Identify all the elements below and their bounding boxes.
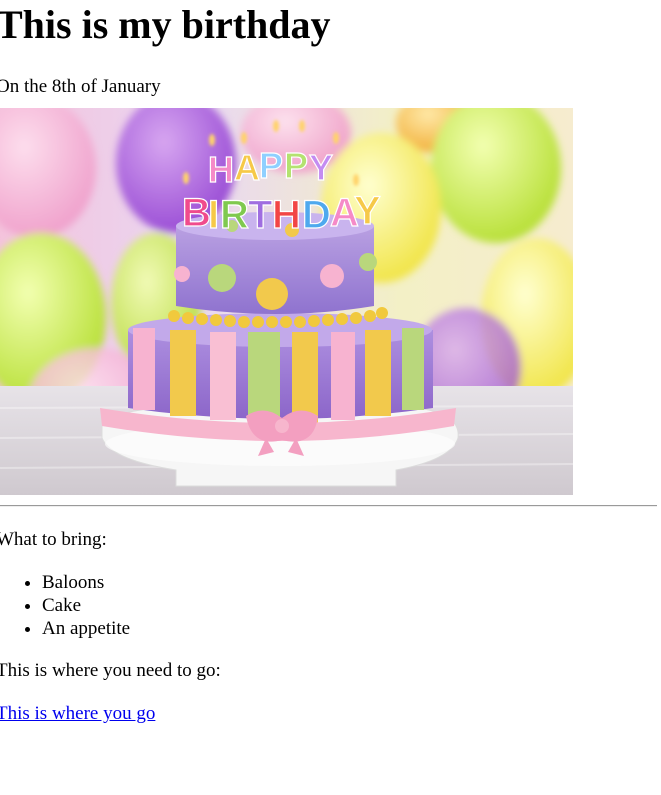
birthday-cake-image: H A P P Y B I R T H D A Y (0, 108, 573, 495)
svg-text:H: H (272, 193, 301, 237)
horizontal-rule (0, 505, 657, 507)
svg-text:P: P (284, 145, 308, 186)
svg-text:H: H (208, 149, 234, 190)
list-item: An appetite (42, 617, 661, 640)
svg-text:A: A (234, 147, 260, 188)
svg-text:Y: Y (309, 147, 333, 188)
svg-text:B: B (182, 191, 211, 235)
svg-text:D: D (302, 193, 331, 237)
svg-text:T: T (248, 193, 272, 237)
link-paragraph: This is where you go (0, 703, 661, 725)
svg-text:P: P (259, 145, 283, 186)
svg-text:Y: Y (354, 189, 381, 233)
where-label: This is where you need to go: (0, 660, 221, 681)
page-title: This is my birthday (0, 2, 331, 47)
page: This is my birthday On the 8th of Januar… (0, 0, 661, 725)
list-item: Cake (42, 594, 661, 617)
bring-list: Baloons Cake An appetite (0, 571, 661, 640)
bring-label: What to bring: (0, 529, 107, 550)
directions-link[interactable]: This is where you go (0, 703, 155, 724)
birthday-date: On the 8th of January (0, 76, 161, 97)
list-item: Baloons (42, 571, 661, 594)
svg-text:I: I (208, 193, 219, 237)
svg-text:R: R (220, 193, 249, 237)
